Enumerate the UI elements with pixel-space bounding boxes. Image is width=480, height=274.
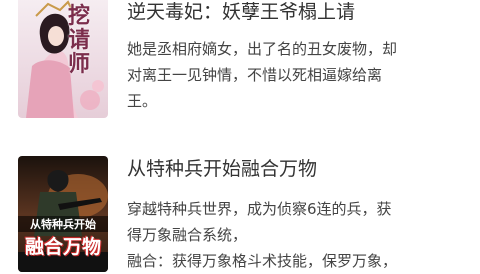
description-line: 对离王一见钟情，不惜以死相逼嫁给离 [127,66,383,84]
description-line: 穿越特种兵世界，成为侦察6连的兵，获 [127,200,392,218]
book-description: 她是丞相府嫡女，出了名的丑女废物，却 对离王一见钟情，不惜以死相逼嫁给离 王。 [127,36,465,114]
description-line: 王。 [127,92,158,110]
book-cover[interactable]: 从特种兵开始 融合万物 [18,156,108,272]
book-title[interactable]: 逆天毒妃：妖孽王爷榻上请 [127,0,355,24]
cover-banner: 从特种兵开始 [18,216,108,232]
description-line: 融合：获得万象格斗术技能，保罗万象， [127,252,398,270]
book-description: 穿越特种兵世界，成为侦察6连的兵，获 得万象融合系统， 融合：获得万象格斗术技能… [127,196,465,274]
cover-title: 融合万物 [24,236,101,258]
description-line: 她是丞相府嫡女，出了名的丑女废物，却 [127,40,398,58]
book-title[interactable]: 从特种兵开始融合万物 [127,157,317,181]
book-item[interactable]: 挖请师 逆天毒妃：妖孽王爷榻上请 她是丞相府嫡女，出了名的丑女废物，却 对离王一… [0,0,480,122]
cover-title: 挖请师 [68,3,91,77]
book-item[interactable]: 从特种兵开始 融合万物 从特种兵开始融合万物 穿越特种兵世界，成为侦察6连的兵，… [0,150,480,272]
book-cover[interactable]: 挖请师 [18,0,108,118]
description-line: 得万象融合系统， [127,226,248,244]
